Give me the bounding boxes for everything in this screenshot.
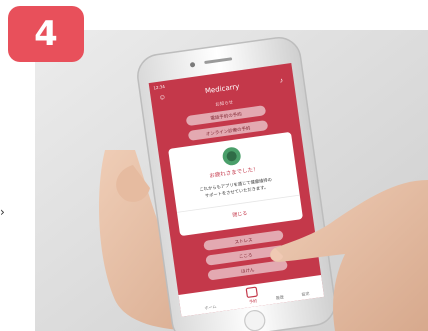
tab-reserve[interactable]: 予約	[249, 297, 258, 304]
tab-history[interactable]: 履歴	[275, 293, 284, 300]
flow-arrow-icon: ›	[0, 205, 5, 219]
tab-settings[interactable]: 設定	[301, 290, 310, 297]
profile-icon[interactable]: ☺	[158, 94, 166, 102]
step-number-badge: 4	[8, 6, 84, 62]
phone-photo: 12:34 Medicarry ☺ ♪ お知らせ 電話予約の予約 オンライン診療…	[35, 30, 428, 331]
